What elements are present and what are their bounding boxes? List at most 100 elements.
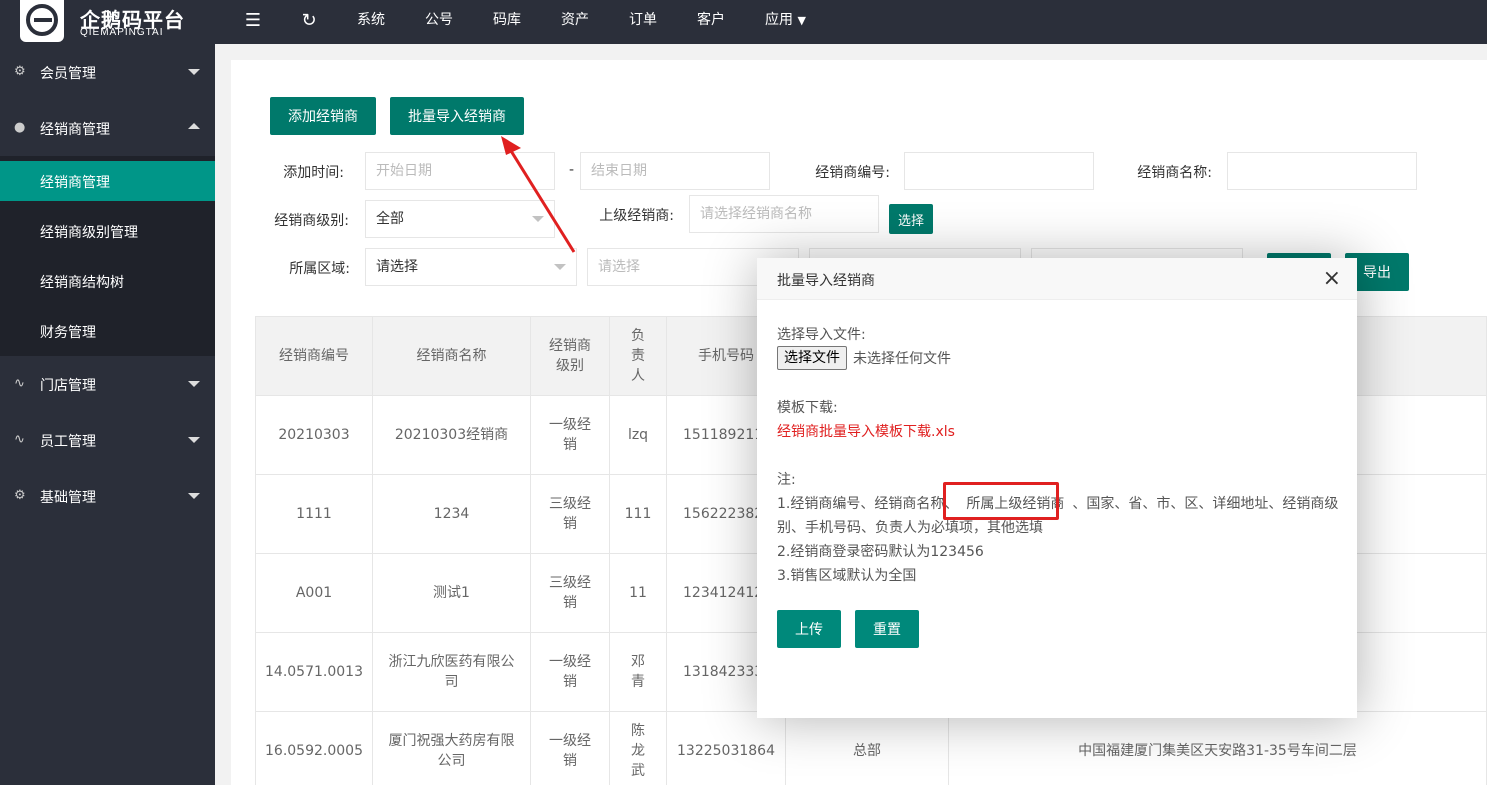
sidebar-sub-finance[interactable]: 财务管理 (0, 311, 215, 351)
logo-icon (20, 0, 64, 42)
add-time-label: 添加时间: (283, 165, 344, 181)
gear-icon: ⚙ (14, 488, 26, 503)
dealer-code-input[interactable] (904, 152, 1094, 190)
nav-apps-label: 应用 (765, 12, 793, 28)
table-cell: 总部 (785, 711, 949, 785)
dealer-name-label: 经销商名称: (1137, 165, 1212, 181)
table-cell: 一级经销 (530, 395, 610, 475)
table-cell: 陈龙武 (609, 711, 667, 785)
table-header: 负责人 (609, 316, 667, 396)
nav-customers[interactable]: 客户 (697, 0, 725, 44)
dealer-name-input[interactable] (1227, 152, 1417, 190)
chevron-down-icon (188, 437, 200, 443)
logo-subtitle: QIEMAPINGTAI (80, 27, 164, 38)
table-cell: 三级经销 (530, 474, 610, 554)
sidebar-item-members[interactable]: ⚙ 会员管理 (0, 44, 215, 100)
template-download-link[interactable]: 经销商批量导入模板下载.xls (777, 421, 955, 441)
nav-account[interactable]: 公号 (425, 0, 453, 44)
table-cell: 1234 (372, 474, 531, 554)
menu-toggle-icon[interactable]: ☰ (243, 10, 263, 31)
template-label: 模板下载: (777, 400, 838, 416)
date-separator: - (568, 162, 574, 178)
import-dealers-button[interactable]: 批量导入经销商 (390, 97, 524, 135)
sidebar-sub-label: 经销商结构树 (40, 275, 124, 291)
top-bar: 企鹅码平台 QIEMAPINGTAI ☰ ↻ 系统 公号 码库 资产 订单 客户… (0, 0, 1487, 44)
table-cell: 11 (609, 553, 667, 633)
chevron-down-icon (554, 264, 566, 270)
chevron-down-icon (188, 493, 200, 499)
sidebar-item-basic[interactable]: ⚙ 基础管理 (0, 468, 215, 524)
user-icon: ● (14, 120, 26, 135)
dealer-code-label: 经销商编号: (815, 165, 890, 181)
refresh-icon[interactable]: ↻ (299, 10, 319, 31)
sidebar-sub-dealer-tree[interactable]: 经销商结构树 (0, 261, 215, 301)
add-dealer-button[interactable]: 添加经销商 (270, 97, 376, 135)
nav-apps[interactable]: 应用 ▼ (765, 0, 806, 44)
dialog-title: 批量导入经销商 (777, 273, 875, 289)
parent-dealer-input[interactable]: 请选择经销商名称 (689, 195, 879, 233)
region-select[interactable]: 请选择 (365, 248, 577, 286)
table-cell: 20210303经销商 (372, 395, 531, 475)
sidebar-item-stores[interactable]: ∿ 门店管理 (0, 356, 215, 412)
sidebar-item-label: 员工管理 (40, 434, 96, 450)
sidebar-item-label: 基础管理 (40, 490, 96, 506)
table-cell: lzq (609, 395, 667, 475)
chevron-down-icon (188, 69, 200, 75)
sidebar-sub-dealer-management[interactable]: 经销商管理 (0, 161, 215, 201)
note-line-1b: 别、手机号码、负责人为必填项，其他选填 (777, 520, 1043, 536)
sidebar-item-label: 门店管理 (40, 378, 96, 394)
table-cell: 13225031864 (666, 711, 786, 785)
pulse-icon: ∿ (14, 376, 25, 391)
choose-file-button[interactable]: 选择文件 (777, 346, 847, 370)
table-cell: 一级经销 (530, 711, 610, 785)
table-cell: 一级经销 (530, 632, 610, 712)
dialog-header: 批量导入经销商 × (757, 258, 1357, 300)
sidebar-sub-dealer-levels[interactable]: 经销商级别管理 (0, 211, 215, 251)
logo: 企鹅码平台 QIEMAPINGTAI (0, 0, 215, 44)
sidebar: ⚙ 会员管理 ● 经销商管理 经销商管理 经销商级别管理 经销商结构树 财务管理… (0, 44, 215, 785)
parent-dealer-label: 上级经销商: (599, 208, 674, 224)
region-label: 所属区域: (289, 261, 350, 277)
table-header: 经销商级别 (530, 316, 610, 396)
table-cell: 14.0571.0013 (255, 632, 373, 712)
sidebar-item-label: 经销商管理 (40, 122, 110, 138)
table-cell: 测试1 (372, 553, 531, 633)
table-header: 经销商编号 (255, 316, 373, 396)
reset-button[interactable]: 重置 (855, 610, 919, 648)
sidebar-item-staff[interactable]: ∿ 员工管理 (0, 412, 215, 468)
file-status: 未选择任何文件 (853, 351, 951, 367)
table-cell: 中国福建厦门集美区天安路31-35号车间二层 (948, 711, 1487, 785)
nav-orders[interactable]: 订单 (629, 0, 657, 44)
table-cell: 三级经销 (530, 553, 610, 633)
nav-assets[interactable]: 资产 (561, 0, 589, 44)
table-cell: 厦门祝强大药房有限公司 (372, 711, 531, 785)
start-date-input[interactable]: 开始日期 (365, 152, 555, 190)
select-parent-button[interactable]: 选择 (889, 204, 933, 234)
note-text: 、国家、省、市、区、详细地址、经销商级 (1072, 496, 1339, 512)
note-line-3: 3.销售区域默认为全国 (777, 568, 917, 584)
nav-code-library[interactable]: 码库 (493, 0, 521, 44)
chevron-down-icon (188, 381, 200, 387)
close-icon[interactable]: × (1323, 266, 1341, 291)
file-label: 选择导入文件: (777, 327, 866, 343)
dealer-level-value: 全部 (376, 211, 404, 227)
nav-system[interactable]: 系统 (357, 0, 385, 44)
dealer-level-select[interactable]: 全部 (365, 200, 555, 238)
sidebar-item-label: 会员管理 (40, 66, 96, 82)
note-text: 1.经销商编号、经销商名称、 (777, 496, 959, 512)
table-cell: 111 (609, 474, 667, 554)
note-label: 注: (777, 472, 796, 488)
sidebar-sub-label: 经销商管理 (40, 175, 110, 191)
table-cell: 16.0592.0005 (255, 711, 373, 785)
upload-button[interactable]: 上传 (777, 610, 841, 648)
table-cell: A001 (255, 553, 373, 633)
gear-icon: ⚙ (14, 64, 26, 79)
end-date-input[interactable]: 结束日期 (580, 152, 770, 190)
chevron-down-icon (532, 216, 544, 222)
table-cell: 浙江九欣医药有限公司 (372, 632, 531, 712)
pulse-icon: ∿ (14, 432, 25, 447)
table-header: 经销商名称 (372, 316, 531, 396)
sidebar-item-dealers[interactable]: ● 经销商管理 (0, 100, 215, 156)
chevron-down-icon: ▼ (797, 14, 806, 27)
sidebar-sub-label: 财务管理 (40, 325, 96, 341)
